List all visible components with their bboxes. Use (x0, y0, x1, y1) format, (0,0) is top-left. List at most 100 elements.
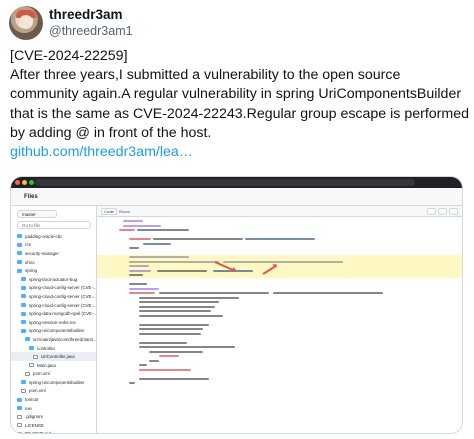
code-token (143, 242, 171, 245)
code-token (153, 238, 243, 241)
code-token (129, 256, 189, 259)
file-icon (21, 388, 26, 393)
code-token (129, 287, 159, 290)
tree-item-label: spring-boot-actuator-bug (29, 276, 78, 282)
code-token (129, 292, 155, 295)
tree-item-label: spring-cloud-config-server (CVE-...) (29, 293, 96, 299)
folder-icon (17, 234, 22, 239)
tweet-line: After three years,I submitted a vulnerab… (10, 67, 401, 84)
folder-icon (21, 277, 26, 282)
code-token (159, 292, 269, 295)
code-token (129, 382, 135, 385)
tree-folder: spring-boot-actuator-bug (11, 275, 96, 284)
code-token (137, 229, 189, 232)
tree-item-label: Main.java (37, 362, 56, 368)
tree-item-label: README.md (25, 431, 52, 434)
tree-file: pom.xml (11, 370, 96, 379)
folder-icon (17, 406, 22, 411)
code-token (139, 314, 223, 317)
tree-file: README.md (11, 430, 96, 434)
tab-blame: Blame (119, 209, 131, 214)
tree-item-label: tomcat (25, 397, 39, 403)
tree-folder: spring-uricomponentsbuilder (11, 378, 96, 387)
tree-folder: tomcat (11, 395, 96, 404)
tree-folder: spring (11, 266, 96, 275)
tree-item-label: rce (25, 242, 32, 248)
tree-folder: spring-uricomponentsbuilder (11, 327, 96, 336)
code-token (139, 301, 219, 304)
folder-icon (21, 294, 26, 299)
code-token (139, 310, 211, 313)
author-display-name[interactable]: threedr3am (49, 7, 123, 22)
folder-icon (17, 251, 22, 256)
file-icon (29, 363, 34, 368)
folder-icon (21, 303, 26, 308)
file-tree-sidebar: master Go to file padding-oracle-cbc rce s… (11, 206, 97, 433)
tree-item-label: xxe (25, 405, 32, 411)
tree-folder: spring-data-mongodb-spel (CVE-...) (11, 309, 96, 318)
author-handle[interactable]: @threedr3am1 (49, 24, 133, 38)
file-tree: padding-oracle-cbc rce security-manager shi… (11, 232, 96, 434)
tree-folder: spring-cloud-config-server (CVE-...) (11, 301, 96, 310)
tweet-line: community again.A regular vulnerability … (10, 86, 462, 103)
window-controls (15, 180, 34, 185)
tree-item-label: pom.xml (29, 388, 46, 394)
code-token (223, 260, 343, 263)
tab-code: Code (101, 208, 117, 215)
tree-item-label: spring-cloud-config-server (CVE-...) (29, 302, 96, 308)
folder-icon (21, 285, 26, 290)
address-bar (35, 179, 415, 186)
code-token (129, 260, 219, 263)
code-token (129, 238, 151, 241)
code-token (139, 341, 187, 344)
tweet-link[interactable]: github.com/threedr3am/lea… (10, 144, 193, 160)
tree-file: UriController.java (11, 352, 96, 361)
tree-item-label: spring-uricomponentsbuilder (29, 379, 85, 385)
folder-icon (17, 260, 22, 265)
toolbar-buttons (427, 208, 458, 215)
code-token (139, 364, 147, 367)
folder-icon (21, 311, 26, 316)
tree-item-label: spring (25, 268, 37, 274)
folder-icon (17, 242, 22, 247)
browser-bar (11, 177, 462, 188)
code-token (139, 323, 209, 326)
tree-file: LICENSE (11, 421, 96, 430)
tree-item-label: pom.xml (33, 371, 50, 377)
code-token (139, 332, 201, 335)
tree-item-label: shiro (25, 259, 35, 265)
code-token (139, 296, 239, 299)
code-line (97, 381, 462, 386)
branch-selector: master (17, 210, 57, 218)
tree-file: pom.xml (11, 387, 96, 396)
tree-folder: spring-session-redis-rce (11, 318, 96, 327)
code-token (129, 269, 151, 272)
code-token (129, 265, 149, 268)
code-token (149, 359, 159, 362)
tweet-text: [CVE-2024-22259] After three years,I sub… (10, 47, 469, 162)
tree-item-label: spring-data-mongodb-spel (CVE-...) (29, 311, 96, 317)
code-token (245, 238, 315, 241)
tree-folder: padding-oracle-cbc (11, 232, 96, 241)
tree-item-label: security-manager (25, 250, 59, 256)
folder-icon (25, 337, 30, 342)
avatar[interactable] (9, 6, 43, 40)
tree-folder: spring-cloud-config-server (CVE-...) (11, 284, 96, 293)
tweet-line: that is the same as CVE-2024-22243.Regul… (10, 105, 469, 122)
tree-item-label: padding-oracle-cbc (25, 233, 63, 239)
tree-item-label: controller (37, 345, 56, 351)
tree-file: .gitignore (11, 412, 96, 421)
code-token (139, 368, 191, 371)
code-token (139, 328, 203, 331)
tree-item-label: .gitignore (25, 414, 44, 420)
tree-file: Main.java (11, 361, 96, 370)
tree-item-label: src/main/java/com/threedr3am/... (33, 336, 96, 342)
tree-folder: rce (11, 241, 96, 250)
embedded-screenshot[interactable]: Files master Go to file padding-oracle-c… (10, 176, 463, 434)
file-icon (17, 414, 22, 419)
tree-folder: spring-cloud-config-server (CVE-...) (11, 292, 96, 301)
file-icon (17, 431, 22, 433)
code-lines (97, 219, 462, 433)
files-title: Files (24, 194, 38, 200)
go-to-file-input: Go to file (17, 221, 91, 229)
